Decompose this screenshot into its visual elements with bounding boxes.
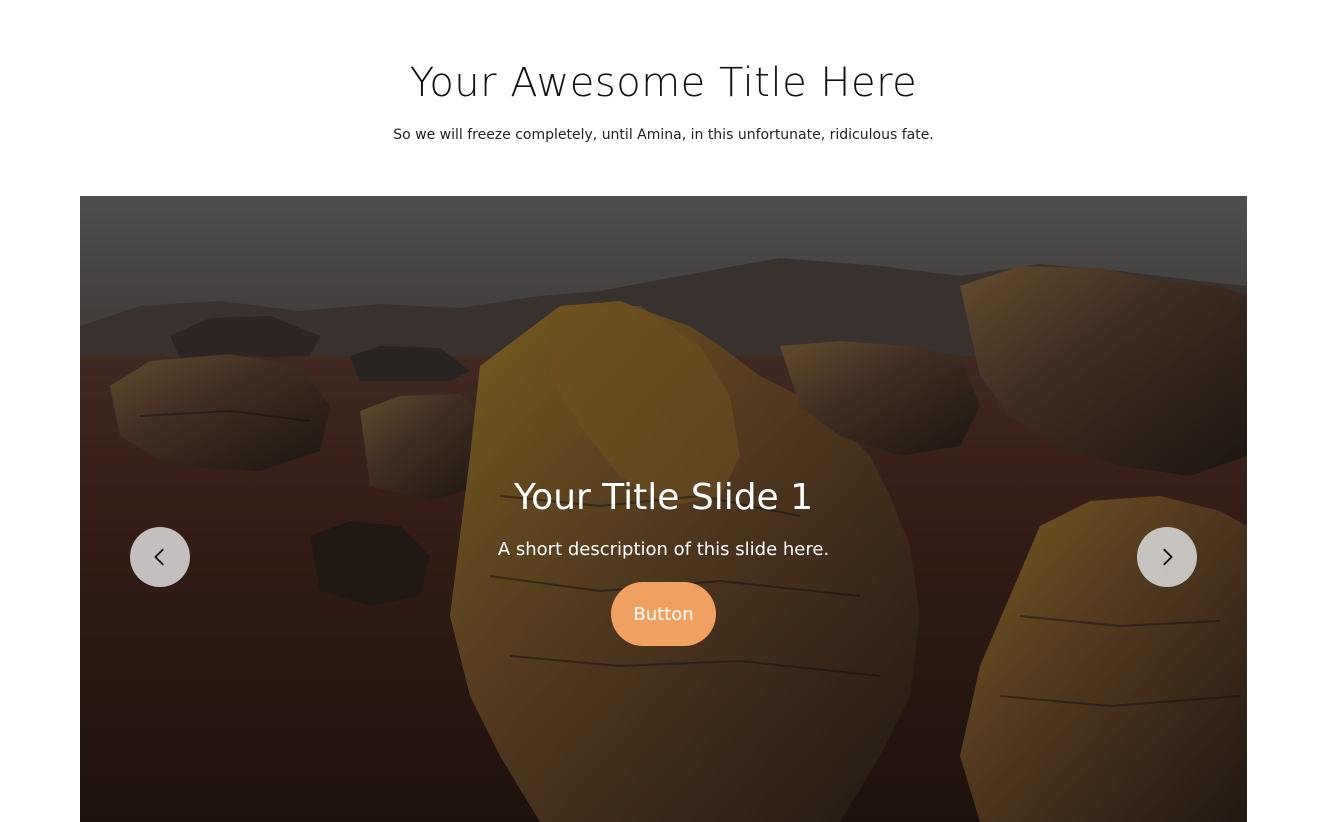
slider-prev-button[interactable] xyxy=(130,527,190,587)
slide-cta-button[interactable]: Button xyxy=(611,582,716,646)
slider-next-button[interactable] xyxy=(1137,527,1197,587)
page: Your Awesome Title Here So we will freez… xyxy=(0,0,1327,822)
image-slider[interactable]: Your Title Slide 1 A short description o… xyxy=(80,196,1247,822)
chevron-right-icon xyxy=(1163,548,1173,566)
slide-description: A short description of this slide here. xyxy=(497,539,830,560)
page-subtitle: So we will freeze completely, until Amin… xyxy=(393,127,934,143)
page-title: Your Awesome Title Here xyxy=(409,60,918,106)
chevron-left-icon xyxy=(154,548,164,566)
slide-title: Your Title Slide 1 xyxy=(513,477,814,518)
